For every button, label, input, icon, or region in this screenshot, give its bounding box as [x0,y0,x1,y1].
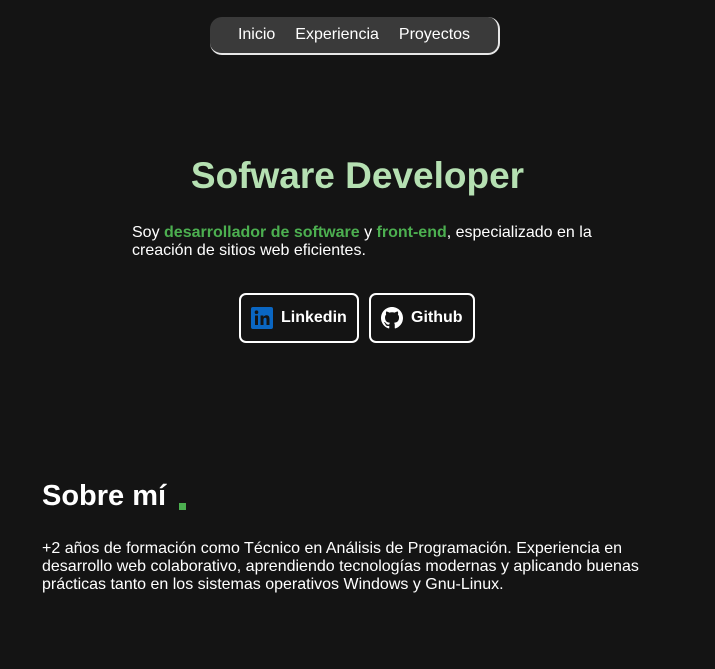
about-title-dot [179,503,186,510]
nav-item-experiencia[interactable]: Experiencia [295,26,379,44]
about-text: +2 años de formación como Técnico en Aná… [42,540,639,593]
about-title: Sobre mí [42,480,167,512]
github-button[interactable]: Github [369,293,475,343]
linkedin-button[interactable]: Linkedin [239,293,359,343]
github-icon [381,307,403,329]
hero-highlight-software: desarrollador de software [164,224,360,241]
linkedin-label: Linkedin [281,309,347,326]
linkedin-icon [251,307,273,329]
hero-description-prefix: Soy [132,224,165,241]
hero-title: Sofware Developer [190,155,525,196]
hero-highlight-frontend: front-end [376,224,447,241]
hero-description-connector: y [359,224,377,241]
github-label: Github [411,309,463,326]
nav-item-proyectos[interactable]: Proyectos [399,26,470,44]
nav-item-inicio[interactable]: Inicio [238,26,275,44]
hero-description: Soy desarrollador de software y front-en… [132,224,592,260]
top-nav: Inicio Experiencia Proyectos [210,17,500,55]
